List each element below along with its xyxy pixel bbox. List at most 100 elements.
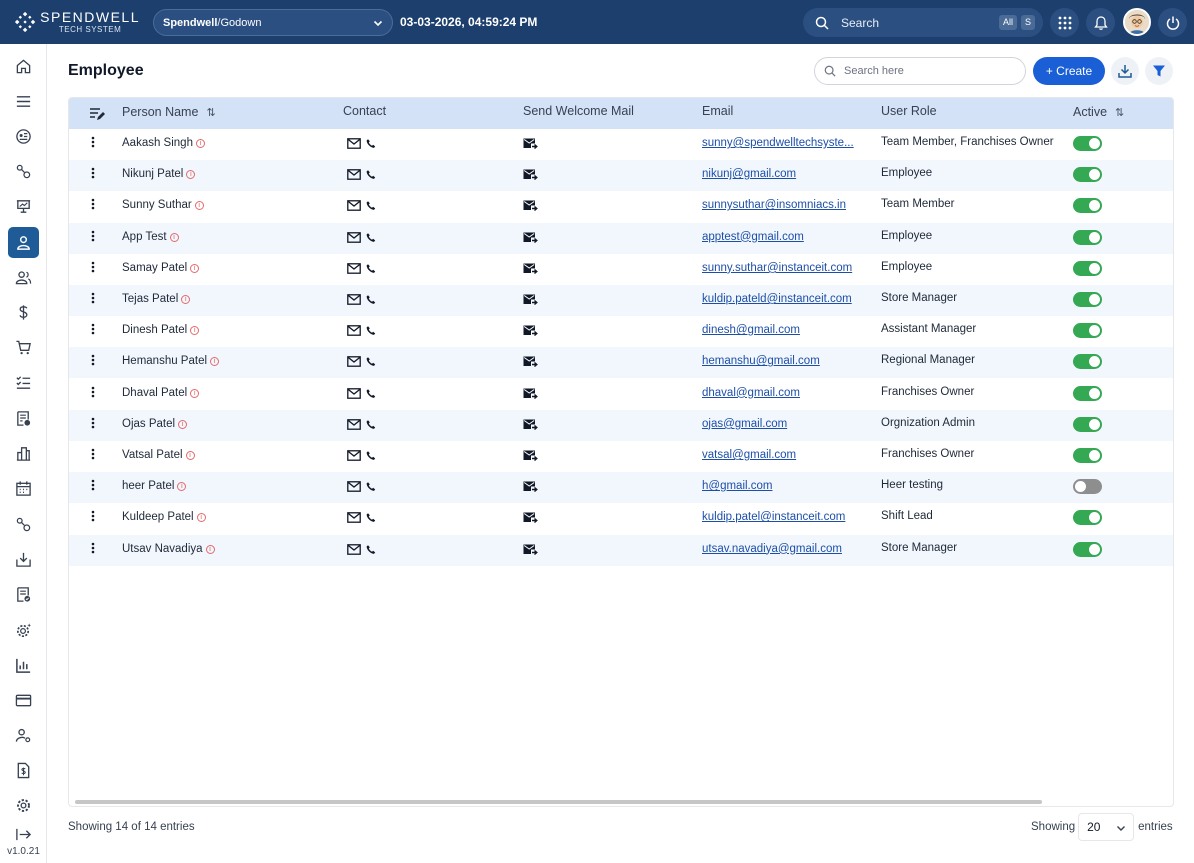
person-name-cell[interactable]: Utsav Navadiya i — [122, 543, 215, 555]
sidebar-item-configuration[interactable] — [8, 509, 39, 540]
mail-icon[interactable] — [347, 512, 361, 524]
active-toggle[interactable] — [1073, 198, 1102, 214]
email-link[interactable]: nikunj@gmail.com — [702, 168, 796, 180]
email-link[interactable]: apptest@gmail.com — [702, 231, 804, 243]
column-settings-button[interactable] — [89, 106, 105, 122]
phone-icon[interactable] — [366, 169, 376, 180]
person-name[interactable]: Dhaval Patel — [122, 387, 187, 399]
sidebar-item-stores[interactable] — [8, 438, 39, 469]
info-icon[interactable]: i — [181, 295, 191, 304]
mail-icon[interactable] — [347, 418, 361, 430]
person-name[interactable]: Sunny Suthar — [122, 199, 192, 211]
person-name-cell[interactable]: Kuldeep Patel i — [122, 511, 206, 523]
person-name[interactable]: Tejas Patel — [122, 293, 178, 305]
phone-icon[interactable] — [366, 200, 376, 211]
send-welcome-mail-button[interactable] — [523, 419, 538, 434]
mail-icon[interactable] — [347, 543, 361, 555]
mail-icon[interactable] — [347, 169, 361, 181]
active-toggle[interactable] — [1073, 292, 1102, 307]
apps-grid-button[interactable] — [1050, 8, 1079, 37]
row-actions-button[interactable] — [91, 323, 95, 338]
send-welcome-mail-button[interactable] — [523, 169, 538, 184]
send-welcome-mail-button[interactable] — [523, 544, 538, 559]
row-actions-button[interactable] — [91, 386, 95, 401]
info-icon[interactable]: i — [196, 513, 206, 523]
active-toggle[interactable] — [1073, 229, 1102, 245]
sidebar-item-settings[interactable] — [8, 156, 39, 187]
send-welcome-mail-button[interactable] — [523, 512, 538, 527]
sidebar-item-employee[interactable] — [8, 227, 39, 258]
create-button[interactable]: + Create — [1033, 57, 1105, 85]
sidebar-item-dashboard[interactable] — [8, 121, 39, 152]
send-welcome-mail-button[interactable] — [523, 263, 538, 278]
send-mail-icon[interactable] — [523, 138, 538, 150]
send-welcome-mail-button[interactable] — [523, 232, 538, 247]
info-icon[interactable]: i — [177, 482, 187, 492]
info-icon[interactable]: i — [169, 232, 179, 242]
email-link[interactable]: h@gmail.com — [702, 480, 772, 492]
phone-icon[interactable] — [366, 419, 376, 430]
send-mail-icon[interactable] — [523, 169, 538, 181]
row-actions-button[interactable] — [91, 417, 95, 432]
person-name[interactable]: Ojas Patel — [122, 418, 175, 430]
active-toggle[interactable] — [1073, 167, 1102, 183]
phone-icon[interactable] — [366, 512, 376, 523]
email-link[interactable]: sunny.suthar@instanceit.com — [702, 262, 852, 274]
send-mail-icon[interactable] — [523, 232, 538, 244]
email-link[interactable]: kuldip.patel@instanceit.com — [702, 511, 845, 523]
page-size-select[interactable]: 20 — [1078, 813, 1135, 841]
phone-icon[interactable] — [366, 294, 376, 305]
info-icon[interactable]: i — [195, 139, 205, 148]
info-icon[interactable]: i — [178, 419, 188, 429]
send-welcome-mail-button[interactable] — [523, 388, 538, 403]
sidebar-item-automation[interactable] — [8, 615, 39, 646]
person-name[interactable]: Samay Patel — [122, 262, 187, 274]
send-mail-icon[interactable] — [523, 263, 538, 275]
person-name[interactable]: Utsav Navadiya — [122, 543, 203, 555]
mail-icon[interactable] — [347, 294, 361, 305]
person-name-cell[interactable]: Aakash Singh i — [122, 137, 205, 149]
mail-icon[interactable] — [347, 481, 361, 493]
phone-icon[interactable] — [366, 450, 376, 461]
person-name-cell[interactable]: Hemanshu Patel i — [122, 355, 220, 367]
active-toggle[interactable] — [1073, 541, 1102, 557]
send-mail-icon[interactable] — [523, 200, 538, 212]
active-toggle[interactable] — [1073, 385, 1102, 401]
person-name-cell[interactable]: Sunny Suthar i — [122, 199, 204, 211]
person-name-cell[interactable]: heer Patel i — [122, 480, 187, 492]
row-actions-button[interactable] — [91, 230, 95, 245]
person-name[interactable]: App Test — [122, 231, 167, 243]
row-actions-button[interactable] — [91, 542, 95, 557]
row-actions-button[interactable] — [91, 167, 95, 182]
mail-icon[interactable] — [347, 200, 361, 212]
row-actions-button[interactable] — [91, 479, 95, 494]
phone-icon[interactable] — [366, 388, 376, 399]
sidebar-item-settings-gear[interactable] — [8, 790, 39, 821]
person-name-cell[interactable]: Ojas Patel i — [122, 418, 188, 430]
sidebar-item-home[interactable] — [8, 51, 39, 82]
sidebar-item-user-settings[interactable] — [8, 720, 39, 751]
phone-icon[interactable] — [366, 481, 376, 492]
person-name-cell[interactable]: Nikunj Patel i — [122, 168, 196, 180]
sidebar-item-billing[interactable] — [8, 755, 39, 786]
mail-icon[interactable] — [347, 231, 361, 243]
send-welcome-mail-button[interactable] — [523, 294, 538, 309]
active-toggle[interactable] — [1073, 323, 1102, 339]
sidebar-item-presentation[interactable] — [8, 191, 39, 222]
active-toggle[interactable] — [1073, 510, 1102, 526]
mail-icon[interactable] — [347, 387, 361, 399]
person-name[interactable]: Aakash Singh — [122, 137, 193, 149]
person-name-cell[interactable]: Dinesh Patel i — [122, 324, 200, 336]
row-actions-button[interactable] — [91, 292, 95, 307]
email-link[interactable]: sunny@spendwelltechsyste... — [702, 137, 854, 149]
row-actions-button[interactable] — [91, 261, 95, 276]
send-mail-icon[interactable] — [523, 481, 538, 493]
send-mail-icon[interactable] — [523, 325, 538, 337]
info-icon[interactable]: i — [190, 388, 200, 398]
filter-button[interactable] — [1145, 57, 1173, 85]
person-name[interactable]: Nikunj Patel — [122, 168, 183, 180]
active-toggle[interactable] — [1073, 354, 1102, 370]
email-link[interactable]: dinesh@gmail.com — [702, 324, 800, 336]
active-toggle[interactable] — [1073, 260, 1102, 276]
person-name-cell[interactable]: Dhaval Patel i — [122, 387, 200, 399]
